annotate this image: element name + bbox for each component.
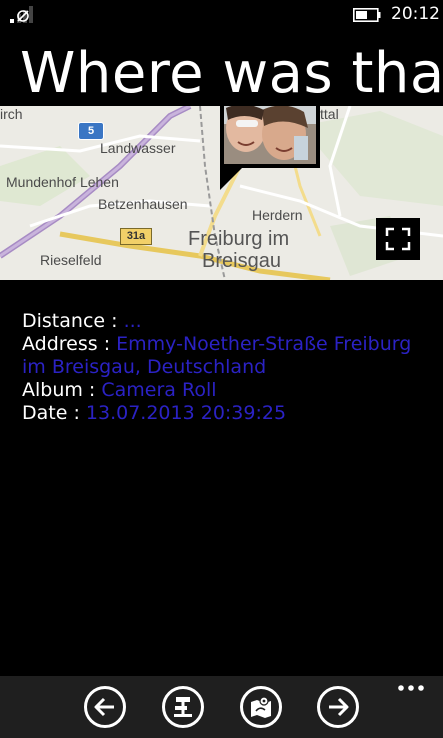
- date-value: 13.07.2013 20:39:25: [85, 402, 287, 424]
- pushpin-pointer: [220, 168, 242, 190]
- photo-pushpin[interactable]: [220, 106, 320, 168]
- arrow-right-icon: [329, 697, 349, 717]
- map-route-icon: [251, 696, 271, 718]
- route-badge-5: 5: [78, 122, 104, 140]
- photo-thumbnail: [224, 106, 316, 164]
- map-label-landwasser: Landwasser: [100, 140, 176, 156]
- clock: 20:12: [391, 4, 440, 24]
- signpost-icon: [174, 697, 192, 717]
- app-bar: [0, 676, 443, 738]
- map-label-herdern: Herdern: [252, 207, 303, 223]
- ellipsis-icon: [398, 685, 424, 691]
- map-label-mundenhof: Mundenhof Lehen: [6, 174, 119, 190]
- map-label-tal: ttal: [320, 106, 339, 122]
- directions-button[interactable]: [162, 686, 204, 728]
- distance-label: Distance :: [22, 310, 124, 332]
- address-row: Address : Emmy-Noether-Straße Freiburg i…: [22, 333, 422, 379]
- page-title: Where was that: [20, 41, 443, 106]
- signal-icon: [10, 6, 33, 23]
- album-label: Album :: [22, 379, 102, 401]
- battery-icon: [353, 8, 381, 22]
- route-badge-31a: 31a: [120, 228, 152, 245]
- arrow-left-icon: [94, 697, 114, 717]
- date-row: Date : 13.07.2013 20:39:25: [22, 402, 422, 425]
- next-button[interactable]: [317, 686, 359, 728]
- distance-row: Distance : ...: [22, 310, 422, 333]
- expand-icon: [385, 227, 411, 251]
- map-label-kirch: irch: [0, 106, 23, 122]
- map-label-rieselfeld: Rieselfeld: [40, 252, 102, 268]
- more-button[interactable]: [396, 680, 426, 694]
- distance-value: ...: [123, 310, 142, 332]
- map-label-city-2: Breisgau: [202, 250, 281, 272]
- map-directions-button[interactable]: [240, 686, 282, 728]
- album-row: Album : Camera Roll: [22, 379, 422, 402]
- map-label-betzenhausen: Betzenhausen: [98, 196, 188, 212]
- previous-button[interactable]: [84, 686, 126, 728]
- album-value: Camera Roll: [101, 379, 217, 401]
- photo-details: Distance : ... Address : Emmy-Noether-St…: [22, 310, 422, 425]
- date-label: Date :: [22, 402, 86, 424]
- status-bar: 20:12: [0, 0, 443, 30]
- address-label: Address :: [22, 333, 117, 355]
- map-label-city-1: Freiburg im: [188, 228, 290, 250]
- fullscreen-button[interactable]: [376, 218, 420, 260]
